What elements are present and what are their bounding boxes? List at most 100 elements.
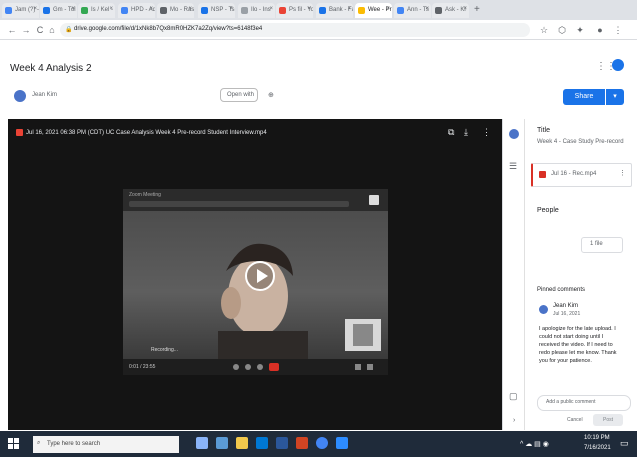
video-file-icon: [539, 171, 546, 178]
store-icon[interactable]: [256, 437, 268, 449]
video-player[interactable]: Zoom Meeting Recording... 0:01 / 23:55: [123, 189, 388, 375]
inner-time: 0:01 / 23:55: [129, 364, 156, 370]
details-tab-icon[interactable]: [509, 129, 519, 139]
edge-icon[interactable]: [216, 437, 228, 449]
search-icon: ⌕: [37, 440, 41, 446]
share-screen-icon: [257, 364, 263, 370]
fullscreen-icon: [367, 364, 373, 370]
browser-tab[interactable]: Bank - Fa ×: [316, 3, 353, 18]
attachment-menu-icon[interactable]: ⋮: [619, 169, 626, 177]
attachment-card[interactable]: Jul 16 - Rec.mp4 ⋮: [531, 163, 632, 187]
tab-close-icon[interactable]: ×: [425, 6, 429, 12]
browser-tab[interactable]: Mo - Ras ×: [157, 3, 194, 18]
file-explorer-icon[interactable]: [236, 437, 248, 449]
file-count: 1 file: [590, 241, 603, 247]
post-button[interactable]: Post: [593, 414, 623, 426]
browser-menu-icon[interactable]: ⋮: [612, 24, 624, 36]
inner-playback-controls: 0:01 / 23:55: [123, 359, 388, 375]
extensions-puzzle-icon[interactable]: ✦: [574, 24, 586, 36]
cancel-button[interactable]: Cancel: [567, 417, 583, 423]
end-call-icon: [269, 363, 279, 371]
notification-icon[interactable]: ▭: [620, 438, 629, 449]
search-placeholder: Type here to search: [47, 441, 101, 447]
open-with-dropdown[interactable]: Open with: [220, 88, 258, 102]
browser-tab[interactable]: HPD - Adm×: [118, 3, 155, 18]
tab-close-icon[interactable]: ×: [229, 6, 233, 12]
browser-tab[interactable]: Wee - Pr ×: [355, 3, 392, 18]
system-tray-icons[interactable]: ^ ☁ ▤ ◉: [520, 440, 549, 448]
reload-button[interactable]: C: [34, 24, 46, 36]
reply-input[interactable]: Add a public comment: [537, 395, 631, 411]
windows-taskbar: ⌕ Type here to search ^ ☁ ▤ ◉ 10:19 PM 7…: [0, 431, 637, 457]
play-button[interactable]: [245, 261, 275, 291]
inner-address-bar: [129, 201, 349, 207]
browser-tab[interactable]: Gm - Tol ×: [40, 3, 77, 18]
browser-tab[interactable]: Ann - Ts ×: [394, 3, 431, 18]
details-panel: Title Week 4 - Case Study Pre-record Jul…: [524, 119, 637, 430]
clock-date[interactable]: 7/16/2021: [584, 445, 611, 451]
task-view-icon[interactable]: [196, 437, 208, 449]
tab-close-icon[interactable]: ×: [463, 6, 467, 12]
inner-window-title: Zoom Meeting: [129, 192, 161, 198]
comments-heading: Pinned comments: [537, 287, 586, 293]
tab-favicon-icon: [160, 7, 167, 14]
tab-favicon-icon: [241, 7, 248, 14]
clock-time[interactable]: 10:19 PM: [584, 435, 610, 441]
browser-tab[interactable]: Ps fil - Yo ×: [276, 3, 313, 18]
bookmark-star-icon[interactable]: ☆: [538, 24, 550, 36]
lock-icon: 🔒: [65, 27, 73, 33]
video-file-icon: [16, 129, 23, 136]
forward-button[interactable]: →: [20, 24, 32, 36]
inner-window-titlebar: Zoom Meeting: [123, 189, 388, 211]
tab-favicon-icon: [319, 7, 326, 14]
open-in-new-icon[interactable]: ⧉: [448, 127, 454, 138]
comment-text: I apologize for the late upload. I could…: [539, 326, 617, 364]
new-tab-button[interactable]: +: [474, 4, 480, 15]
tab-favicon-icon: [279, 7, 286, 14]
back-button[interactable]: ←: [6, 24, 18, 36]
share-dropdown-button[interactable]: ▾: [606, 89, 624, 105]
tab-favicon-icon: [201, 7, 208, 14]
zoom-app-icon[interactable]: [336, 437, 348, 449]
taskbar-search-input[interactable]: ⌕ Type here to search: [33, 436, 179, 453]
tab-close-icon[interactable]: ×: [307, 6, 311, 12]
chrome-icon[interactable]: [316, 437, 328, 449]
collapse-chevron-icon[interactable]: ›: [513, 417, 515, 424]
comments-tab-icon[interactable]: ☰: [509, 161, 517, 172]
browser-tab[interactable]: Jam (?) - Cl×: [2, 3, 39, 18]
settings-icon: [355, 364, 361, 370]
extension-icon[interactable]: ⬡: [556, 24, 568, 36]
more-options-icon[interactable]: ⋮: [482, 127, 491, 138]
tab-close-icon[interactable]: ×: [188, 6, 192, 12]
profile-avatar-icon[interactable]: ●: [594, 24, 606, 36]
share-button[interactable]: Share: [563, 89, 605, 105]
tab-favicon-icon: [81, 7, 88, 14]
account-avatar[interactable]: [612, 59, 624, 71]
tab-close-icon[interactable]: ×: [386, 6, 390, 12]
title-value: Week 4 - Case Study Pre-record: [537, 139, 624, 145]
home-button[interactable]: ⌂: [46, 24, 58, 36]
inner-recording-label: Recording...: [151, 347, 178, 353]
zoom-icon[interactable]: ⊕: [268, 91, 274, 99]
tab-close-icon[interactable]: ×: [71, 6, 75, 12]
browser-tab[interactable]: NSP - Ts ×: [198, 3, 235, 18]
add-comment-icon[interactable]: ▢: [509, 391, 518, 402]
app-header: Week 4 Analysis 2 ⋮⋮ Jean Kim Open with …: [0, 41, 637, 119]
tab-close-icon[interactable]: ×: [347, 6, 351, 12]
inner-close-icon: [369, 195, 379, 205]
tab-close-icon[interactable]: ×: [109, 6, 113, 12]
browser-tab[interactable]: Is / Kel - Sa×: [78, 3, 115, 18]
reply-placeholder: Add a public comment: [546, 399, 596, 405]
browser-tab[interactable]: Ilo - Ins ×: [238, 3, 275, 18]
tab-close-icon[interactable]: ×: [269, 6, 273, 12]
windows-start-icon[interactable]: [8, 438, 19, 449]
download-icon[interactable]: ⤓: [464, 127, 468, 138]
browser-tab-strip: Jam (?) - Cl×Gm - Tol×Is / Kel - Sa×HPD …: [0, 0, 637, 20]
powerpoint-icon[interactable]: [296, 437, 308, 449]
tab-close-icon[interactable]: ×: [33, 6, 37, 12]
address-bar[interactable]: 🔒 drive.google.com/file/d/1xNk8b7Qx8mR0H…: [60, 23, 530, 37]
tab-close-icon[interactable]: ×: [149, 6, 153, 12]
file-count-chip[interactable]: 1 file: [581, 237, 623, 253]
browser-tab[interactable]: Ask - Kl ×: [432, 3, 469, 18]
word-icon[interactable]: [276, 437, 288, 449]
